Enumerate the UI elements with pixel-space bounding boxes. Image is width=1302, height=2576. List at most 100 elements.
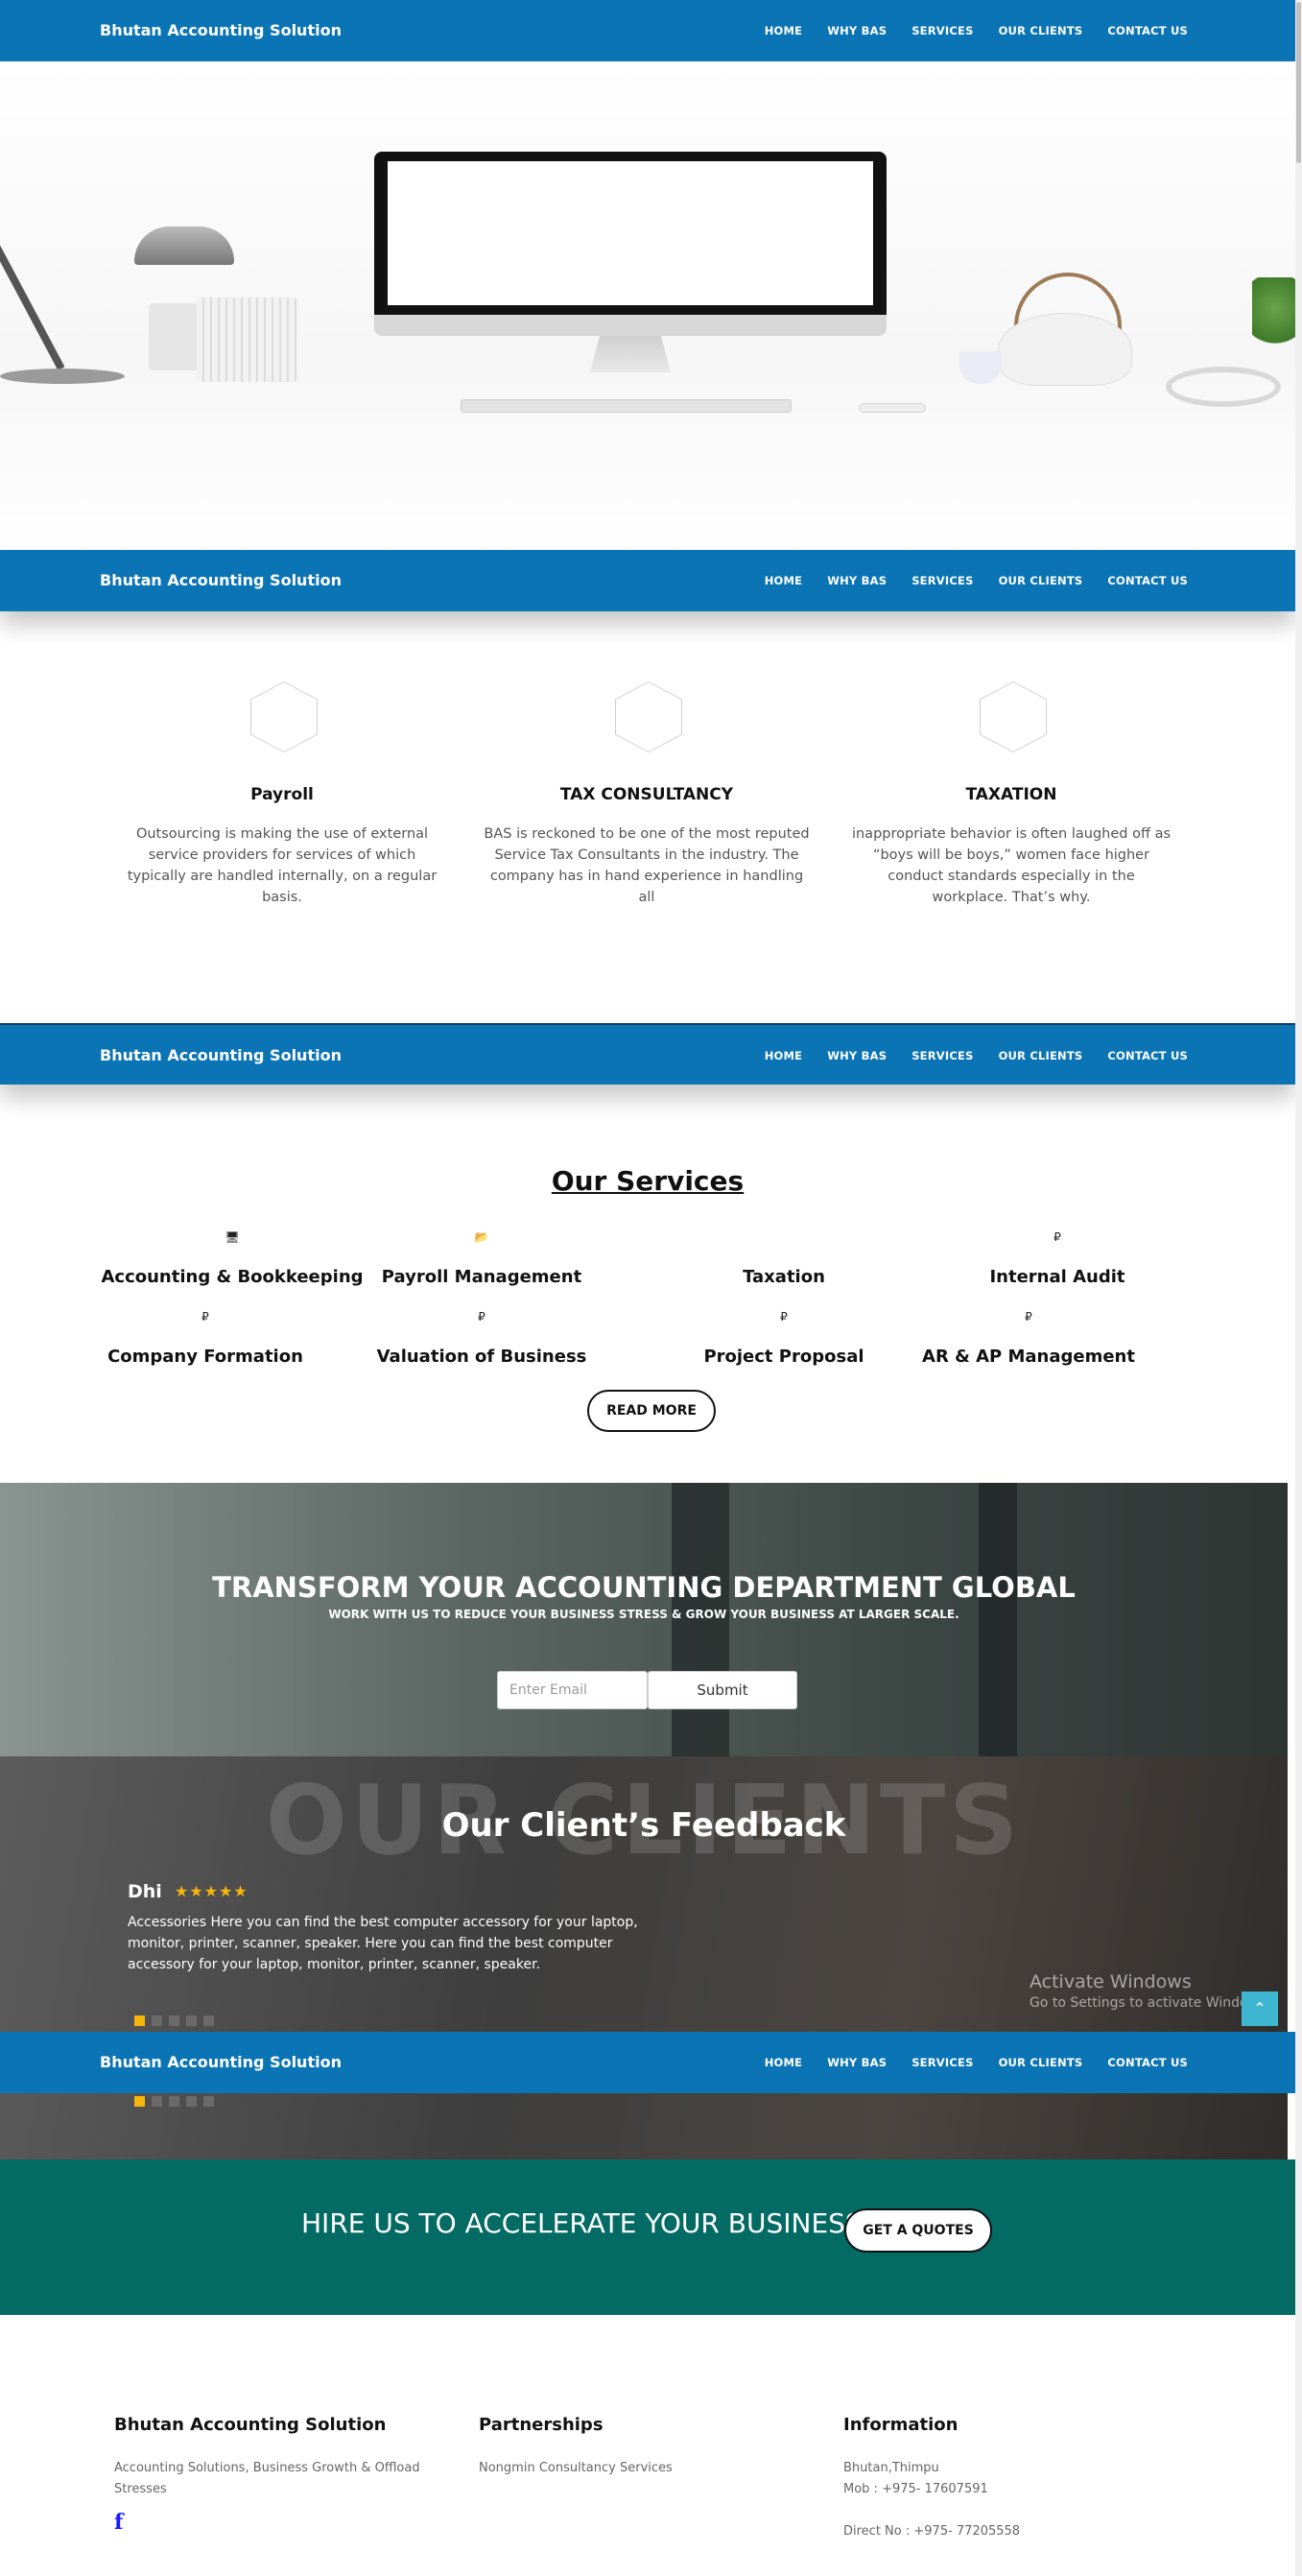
teapot — [998, 313, 1132, 386]
star-rating-icon: ★★★★★ — [175, 1882, 249, 1900]
ruble-icon: ₽ — [478, 1310, 485, 1324]
brand-logo[interactable]: Bhutan Accounting Solution — [100, 0, 342, 61]
services-title: Our Services — [551, 1165, 745, 1197]
nav-home[interactable]: HOME — [765, 550, 803, 611]
nav-contact-us[interactable]: CONTACT US — [1107, 0, 1188, 61]
facebook-icon[interactable]: f — [114, 2510, 123, 2535]
service-payroll-management[interactable]: 📂 Payroll Management — [338, 1230, 626, 1287]
nav-services[interactable]: SERVICES — [911, 1025, 973, 1086]
nav-services[interactable]: SERVICES — [911, 0, 973, 61]
nav-why-bas[interactable]: WHY BAS — [827, 2032, 887, 2093]
feature-cards: Payroll Outsourcing is making the use of… — [0, 612, 1295, 1015]
hexagon-icon — [980, 681, 1047, 752]
service-company-formation[interactable]: ₽ Company Formation — [61, 1310, 349, 1367]
carousel-dot[interactable] — [186, 2015, 197, 2026]
service-taxation[interactable]: Taxation — [640, 1230, 928, 1287]
tax-icon — [640, 1230, 928, 1250]
nav-home[interactable]: HOME — [765, 2032, 803, 2093]
carousel-dot[interactable] — [169, 2096, 179, 2107]
nav-our-clients[interactable]: OUR CLIENTS — [999, 1025, 1083, 1086]
footer-mobile: Mob : +975- 17607591 — [843, 2482, 988, 2496]
brand-logo[interactable]: Bhutan Accounting Solution — [100, 2032, 342, 2093]
carousel-dot[interactable] — [203, 2015, 214, 2026]
nav-our-clients[interactable]: OUR CLIENTS — [999, 2032, 1083, 2093]
transform-subtitle: WORK WITH US TO REDUCE YOUR BUSINESS STR… — [328, 1608, 959, 1621]
reviewer-name: Dhi — [128, 1881, 162, 1902]
transform-title: TRANSFORM YOUR ACCOUNTING DEPARTMENT GLO… — [212, 1571, 1076, 1604]
sticky-navbar-services: Bhutan Accounting Solution HOME WHY BAS … — [0, 1023, 1295, 1085]
card-title: TAXATION — [965, 785, 1057, 804]
nav-services[interactable]: SERVICES — [911, 2032, 973, 2093]
nav-why-bas[interactable]: WHY BAS — [827, 1025, 887, 1086]
carousel-dot[interactable] — [152, 2096, 162, 2107]
footer-col-information: Information Bhutan,Thimpu Mob : +975- 17… — [843, 2415, 1189, 2542]
footer-direct-number: Direct No : +975- 77205558 — [843, 2524, 1021, 2539]
footer-col-partnerships: Partnerships Nongmin Consultancy Service… — [479, 2415, 824, 2479]
service-internal-audit[interactable]: ₽ Internal Audit — [913, 1230, 1201, 1287]
card-title: TAX CONSULTANCY — [559, 785, 734, 804]
hire-us-text: HIRE US TO ACCELERATE YOUR BUSINESS — [301, 2207, 863, 2239]
top-navbar: Bhutan Accounting Solution HOME WHY BAS … — [0, 0, 1295, 61]
nav-why-bas[interactable]: WHY BAS — [827, 550, 887, 611]
nav-contact-us[interactable]: CONTACT US — [1107, 550, 1188, 611]
plant — [1252, 277, 1295, 354]
sticky-navbar-footer: Bhutan Accounting Solution HOME WHY BAS … — [0, 2032, 1295, 2093]
service-accounting-bookkeeping[interactable]: 🖥 Accounting & Bookkeeping — [88, 1230, 376, 1287]
hexagon-icon — [250, 681, 318, 752]
nav-menu: HOME WHY BAS SERVICES OUR CLIENTS CONTAC… — [765, 1025, 1188, 1086]
service-valuation-of-business[interactable]: ₽ Valuation of Business — [338, 1310, 626, 1367]
email-input[interactable]: Enter Email — [497, 1671, 648, 1709]
carousel-dot[interactable] — [152, 2015, 162, 2026]
footer-line: Accounting Solutions, Business Growth & … — [114, 2461, 420, 2475]
nav-contact-us[interactable]: CONTACT US — [1107, 2032, 1188, 2093]
brand-logo[interactable]: Bhutan Accounting Solution — [100, 550, 342, 611]
desk-lamp-head — [134, 227, 234, 265]
activate-windows-notice: Activate Windows Go to Settings to activ… — [1030, 1971, 1270, 2011]
nav-home[interactable]: HOME — [765, 0, 803, 61]
service-label: Taxation — [743, 1267, 825, 1287]
service-label: Accounting & Bookkeeping — [101, 1267, 364, 1287]
carousel-dot[interactable] — [134, 2015, 145, 2026]
monitor — [374, 152, 887, 321]
testimonial-text: Accessories Here you can find the best c… — [128, 1915, 638, 1972]
hire-us-banner: HIRE US TO ACCELERATE YOUR BUSINESS GET … — [0, 2159, 1295, 2315]
nav-our-clients[interactable]: OUR CLIENTS — [999, 550, 1083, 611]
nav-contact-us[interactable]: CONTACT US — [1107, 1025, 1188, 1086]
service-label: AR & AP Management — [922, 1347, 1135, 1367]
activate-windows-subtitle: Go to Settings to activate Windows. — [1030, 1995, 1270, 2011]
nav-menu: HOME WHY BAS SERVICES OUR CLIENTS CONTAC… — [765, 0, 1188, 61]
card-title: Payroll — [250, 785, 314, 804]
nav-why-bas[interactable]: WHY BAS — [827, 0, 887, 61]
footer-heading: Bhutan Accounting Solution — [114, 2415, 387, 2435]
brand-logo[interactable]: Bhutan Accounting Solution — [100, 1025, 342, 1086]
footer-link-partner[interactable]: Nongmin Consultancy Services — [479, 2458, 824, 2479]
ruble-icon: ₽ — [1053, 1230, 1061, 1244]
carousel-dot[interactable] — [203, 2096, 214, 2107]
monitor-stand — [590, 336, 671, 372]
keyboard — [461, 399, 792, 413]
read-more-button[interactable]: READ MORE — [587, 1390, 716, 1432]
nav-services[interactable]: SERVICES — [911, 550, 973, 611]
submit-button[interactable]: Submit — [648, 1671, 797, 1709]
carousel-dot[interactable] — [169, 2015, 179, 2026]
desk-lamp-base — [0, 369, 125, 384]
carousel-dot[interactable] — [186, 2096, 197, 2107]
nav-our-clients[interactable]: OUR CLIENTS — [999, 0, 1083, 61]
nav-menu: HOME WHY BAS SERVICES OUR CLIENTS CONTAC… — [765, 2032, 1188, 2093]
scroll-to-top-button[interactable]: ⌃ — [1242, 1992, 1278, 2026]
ruble-icon: ₽ — [201, 1310, 209, 1324]
service-ar-ap-management[interactable]: ₽ AR & AP Management — [885, 1310, 1172, 1367]
service-label: Company Formation — [107, 1347, 303, 1367]
folder-icon: 📂 — [474, 1230, 489, 1244]
feedback-title: Our Client’s Feedback — [441, 1806, 846, 1845]
card-text: Outsourcing is making the use of externa… — [127, 826, 438, 905]
page-scrollbar[interactable] — [1295, 0, 1302, 2576]
footer-col-company: Bhutan Accounting Solution Accounting So… — [114, 2415, 460, 2535]
carousel-dot[interactable] — [134, 2096, 145, 2107]
nav-home[interactable]: HOME — [765, 1025, 803, 1086]
page-scrollbar-thumb[interactable] — [1296, 2, 1301, 163]
carousel-dots-secondary — [134, 2096, 214, 2107]
get-quotes-button[interactable]: GET A QUOTES — [844, 2208, 992, 2253]
service-label: Valuation of Business — [376, 1347, 587, 1367]
monitor-icon: 🖥 — [225, 1230, 240, 1244]
